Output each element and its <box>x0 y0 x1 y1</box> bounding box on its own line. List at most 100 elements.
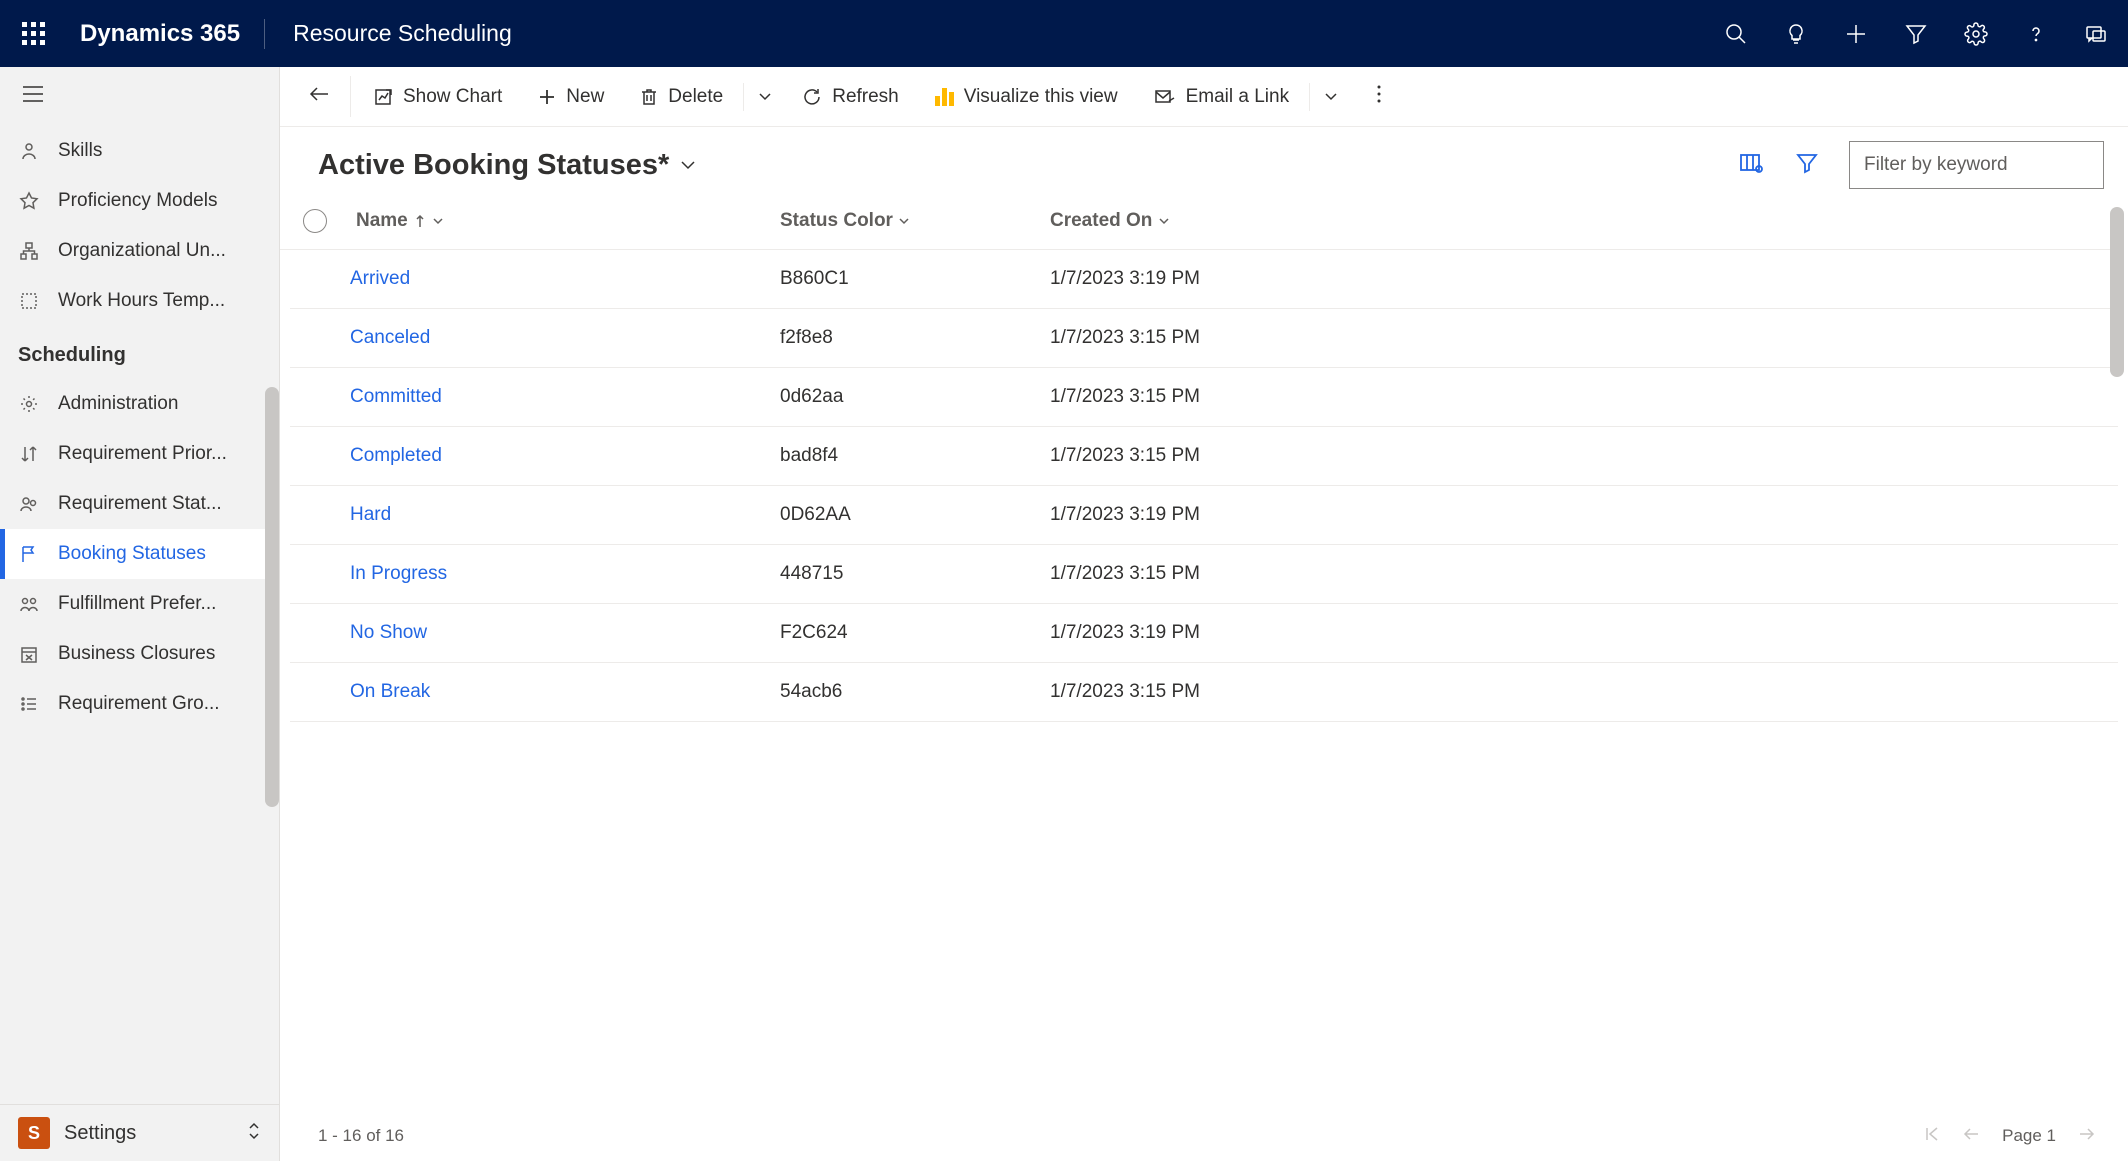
grid-header-row: Name Status Color Created On <box>280 197 2118 250</box>
visualize-label: Visualize this view <box>964 86 1118 108</box>
email-dropdown[interactable] <box>1312 78 1350 115</box>
bar-chart-icon <box>935 88 954 106</box>
created-on-cell: 1/7/2023 3:15 PM <box>1050 327 1300 349</box>
column-label: Created On <box>1050 210 1152 231</box>
record-link[interactable]: Canceled <box>350 327 780 349</box>
chevron-down-icon[interactable] <box>1158 216 1170 226</box>
status-color-cell: 0D62AA <box>780 504 1050 526</box>
table-row[interactable]: No ShowF2C6241/7/2023 3:19 PM <box>290 604 2118 663</box>
sidebar-item-proficiency[interactable]: Proficiency Models <box>0 176 279 226</box>
content-scrollbar[interactable] <box>2110 207 2124 377</box>
area-label: Settings <box>64 1122 136 1145</box>
chevron-updown-icon <box>247 1121 261 1146</box>
table-row[interactable]: In Progress4487151/7/2023 3:15 PM <box>290 545 2118 604</box>
area-switcher[interactable]: S Settings <box>0 1104 279 1161</box>
refresh-button[interactable]: Refresh <box>784 78 917 116</box>
show-chart-label: Show Chart <box>403 86 502 108</box>
page-label: Page 1 <box>2002 1126 2056 1146</box>
more-commands-button[interactable] <box>1362 76 1396 117</box>
help-icon[interactable] <box>2024 22 2048 46</box>
prev-page-button[interactable] <box>1962 1126 1980 1146</box>
table-row[interactable]: Completedbad8f41/7/2023 3:15 PM <box>290 427 2118 486</box>
email-link-label: Email a Link <box>1186 86 1290 108</box>
table-row[interactable]: On Break54acb61/7/2023 3:15 PM <box>290 663 2118 722</box>
record-link[interactable]: No Show <box>350 622 780 644</box>
column-label: Status Color <box>780 210 893 231</box>
sidebar-item-label: Organizational Un... <box>58 240 226 262</box>
created-on-cell: 1/7/2023 3:19 PM <box>1050 268 1300 290</box>
sidebar-item-closures[interactable]: Business Closures <box>0 629 279 679</box>
pager-bar: 1 - 16 of 16 Page 1 <box>280 1111 2128 1161</box>
table-row[interactable]: ArrivedB860C11/7/2023 3:19 PM <box>290 250 2118 309</box>
people-icon <box>18 493 40 515</box>
visualize-button[interactable]: Visualize this view <box>917 78 1136 116</box>
table-row[interactable]: Committed0d62aa1/7/2023 3:15 PM <box>290 368 2118 427</box>
sidebar-item-fulfillment[interactable]: Fulfillment Prefer... <box>0 579 279 629</box>
status-color-cell: 54acb6 <box>780 681 1050 703</box>
sidebar: Skills Proficiency Models Organizational… <box>0 67 280 1161</box>
add-icon[interactable] <box>1844 22 1868 46</box>
view-selector-dropdown[interactable] <box>679 155 697 176</box>
view-title: Active Booking Statuses* <box>318 149 669 182</box>
column-header-name[interactable]: Name <box>350 210 780 232</box>
status-color-cell: F2C624 <box>780 622 1050 644</box>
status-color-cell: B860C1 <box>780 268 1050 290</box>
table-row[interactable]: Canceledf2f8e81/7/2023 3:15 PM <box>290 309 2118 368</box>
app-launcher-icon[interactable] <box>22 22 46 46</box>
chevron-down-icon[interactable] <box>898 216 910 226</box>
funnel-icon[interactable] <box>1904 22 1928 46</box>
record-link[interactable]: Hard <box>350 504 780 526</box>
next-page-button[interactable] <box>2078 1126 2096 1146</box>
sidebar-item-workhours[interactable]: Work Hours Temp... <box>0 276 279 326</box>
sidebar-item-label: Work Hours Temp... <box>58 290 225 312</box>
sidebar-item-reqgroups[interactable]: Requirement Gro... <box>0 679 279 729</box>
record-link[interactable]: On Break <box>350 681 780 703</box>
column-header-createdon[interactable]: Created On <box>1050 210 1300 232</box>
record-link[interactable]: Arrived <box>350 268 780 290</box>
sidebar-item-bookingstatuses[interactable]: Booking Statuses <box>0 529 279 579</box>
search-icon[interactable] <box>1724 22 1748 46</box>
record-link[interactable]: In Progress <box>350 563 780 585</box>
show-chart-button[interactable]: Show Chart <box>355 78 520 116</box>
separator <box>1309 83 1310 111</box>
keyword-filter-input[interactable] <box>1849 141 2104 189</box>
chat-icon[interactable] <box>2084 22 2108 46</box>
sidebar-item-reqpriority[interactable]: Requirement Prior... <box>0 429 279 479</box>
gear-icon[interactable] <box>1964 22 1988 46</box>
table-row[interactable]: Hard0D62AA1/7/2023 3:19 PM <box>290 486 2118 545</box>
lightbulb-icon[interactable] <box>1784 22 1808 46</box>
sidebar-item-label: Administration <box>58 393 178 415</box>
template-icon <box>18 290 40 312</box>
sidebar-item-skills[interactable]: Skills <box>0 126 279 176</box>
sidebar-item-label: Requirement Prior... <box>58 443 227 465</box>
main-content: Show Chart New Delete Refresh Visualize … <box>280 67 2128 1161</box>
record-link[interactable]: Completed <box>350 445 780 467</box>
hamburger-icon[interactable] <box>0 67 279 126</box>
first-page-button[interactable] <box>1924 1126 1940 1147</box>
sidebar-item-label: Fulfillment Prefer... <box>58 593 216 615</box>
status-color-cell: 0d62aa <box>780 386 1050 408</box>
email-link-button[interactable]: Email a Link <box>1136 78 1308 116</box>
new-button[interactable]: New <box>520 78 622 116</box>
sidebar-item-orgunits[interactable]: Organizational Un... <box>0 226 279 276</box>
created-on-cell: 1/7/2023 3:15 PM <box>1050 681 1300 703</box>
delete-button[interactable]: Delete <box>622 78 741 116</box>
sidebar-item-administration[interactable]: Administration <box>0 379 279 429</box>
edit-columns-icon[interactable] <box>1739 152 1765 179</box>
sidebar-item-label: Booking Statuses <box>58 543 206 565</box>
sidebar-item-reqstatus[interactable]: Requirement Stat... <box>0 479 279 529</box>
sidebar-scrollbar[interactable] <box>265 387 279 807</box>
sidebar-item-label: Skills <box>58 140 102 162</box>
back-button[interactable] <box>288 76 351 117</box>
brand-label: Dynamics 365 <box>80 20 240 48</box>
filter-icon[interactable] <box>1795 151 1819 180</box>
record-link[interactable]: Committed <box>350 386 780 408</box>
select-all-checkbox[interactable] <box>303 209 327 233</box>
chevron-down-icon[interactable] <box>432 216 444 226</box>
sidebar-item-label: Business Closures <box>58 643 215 665</box>
people-icon <box>18 593 40 615</box>
sidebar-item-label: Proficiency Models <box>58 190 217 212</box>
delete-dropdown[interactable] <box>746 78 784 115</box>
column-header-statuscolor[interactable]: Status Color <box>780 210 1050 232</box>
command-bar: Show Chart New Delete Refresh Visualize … <box>280 67 2128 127</box>
